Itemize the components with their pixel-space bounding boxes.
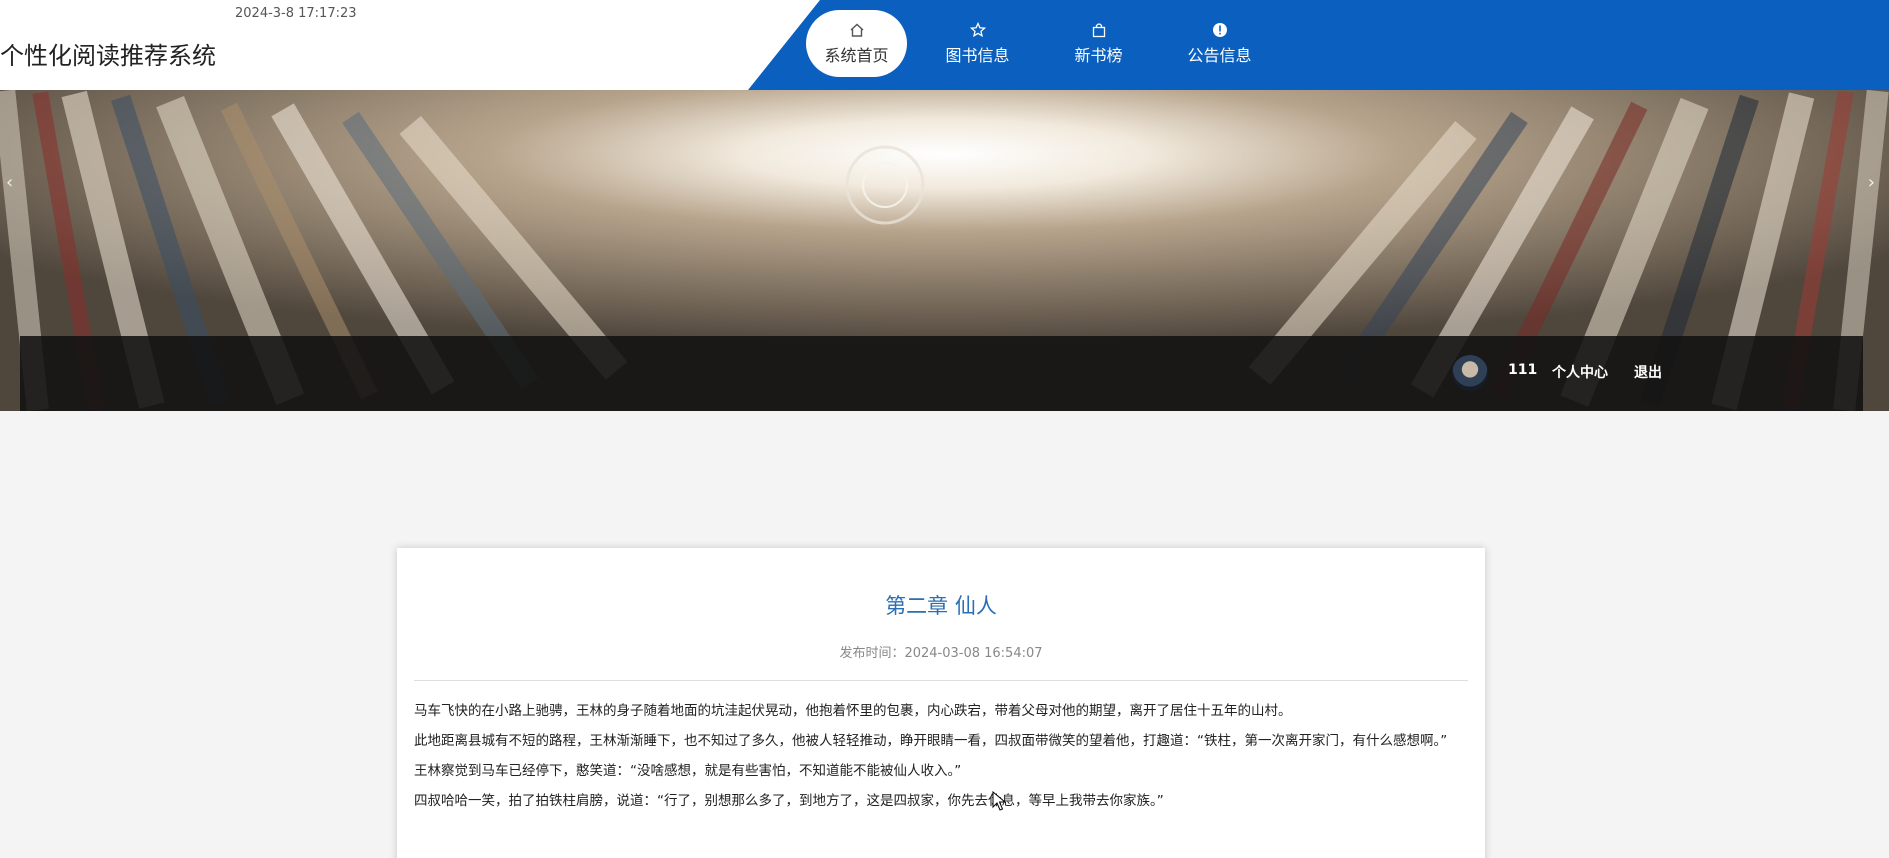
nav-label: 图书信息	[945, 46, 1010, 65]
username: 111	[1508, 362, 1538, 378]
article-card: 第二章 仙人 发布时间：2024-03-08 16:54:07 马车飞快的在小路…	[397, 548, 1485, 858]
nav-item-notices[interactable]: 公告信息	[1169, 10, 1270, 77]
star-icon	[969, 21, 986, 39]
article-paragraph: 马车飞快的在小路上驰骋，王林的身子随着地面的坑洼起伏晃动，他抱着怀里的包裹，内心…	[414, 703, 1292, 719]
home-icon	[849, 21, 865, 39]
nav-item-home[interactable]: 系统首页	[806, 10, 907, 77]
nav-label: 公告信息	[1187, 46, 1252, 65]
personal-center-link[interactable]: 个人中心	[1552, 362, 1608, 382]
nav-item-books[interactable]: 图书信息	[927, 10, 1028, 77]
logout-link[interactable]: 退出	[1634, 362, 1662, 382]
header: 2024-3-8 17:17:23 个性化阅读推荐系统 系统首页 图书信息 新书…	[0, 0, 1889, 90]
current-datetime: 2024-3-8 17:17:23	[235, 6, 357, 21]
nav-item-new-books[interactable]: 新书榜	[1048, 10, 1149, 77]
nav-label: 系统首页	[824, 46, 889, 65]
article-content: 马车飞快的在小路上驰骋，王林的身子随着地面的坑洼起伏晃动，他抱着怀里的包裹，内心…	[414, 702, 1463, 822]
nav-label: 新书榜	[1074, 46, 1123, 65]
article-paragraph: 此地距离县城有不短的路程，王林渐渐睡下，也不知过了多久，他被人轻轻推动，睁开眼睛…	[414, 733, 1448, 749]
mouse-cursor-icon	[992, 791, 1006, 811]
article-paragraph: 王林察觉到马车已经停下，憨笑道：“没啥感想，就是有些害怕，不知道能不能被仙人收入…	[414, 763, 962, 779]
user-bar: 111 个人中心 退出	[20, 336, 1863, 411]
carousel-prev-arrow[interactable]: ‹	[6, 172, 13, 193]
main-nav: 系统首页 图书信息 新书榜 公告信息	[806, 10, 1270, 77]
carousel-next-arrow[interactable]: ›	[1868, 172, 1875, 193]
article-title: 第二章 仙人	[885, 594, 997, 618]
banner-carousel: ‹ › 111 个人中心 退出	[0, 90, 1889, 411]
bag-icon	[1091, 21, 1107, 39]
info-icon	[1212, 21, 1228, 39]
article-paragraph: 四叔哈哈一笑，拍了拍铁柱肩膀，说道：“行了，别想那么多了，到地方了，这是四叔家，…	[414, 793, 1164, 809]
site-title[interactable]: 个性化阅读推荐系统	[0, 36, 216, 71]
divider	[414, 680, 1468, 681]
publish-time: 发布时间：2024-03-08 16:54:07	[839, 646, 1043, 661]
avatar[interactable]	[1452, 355, 1488, 391]
